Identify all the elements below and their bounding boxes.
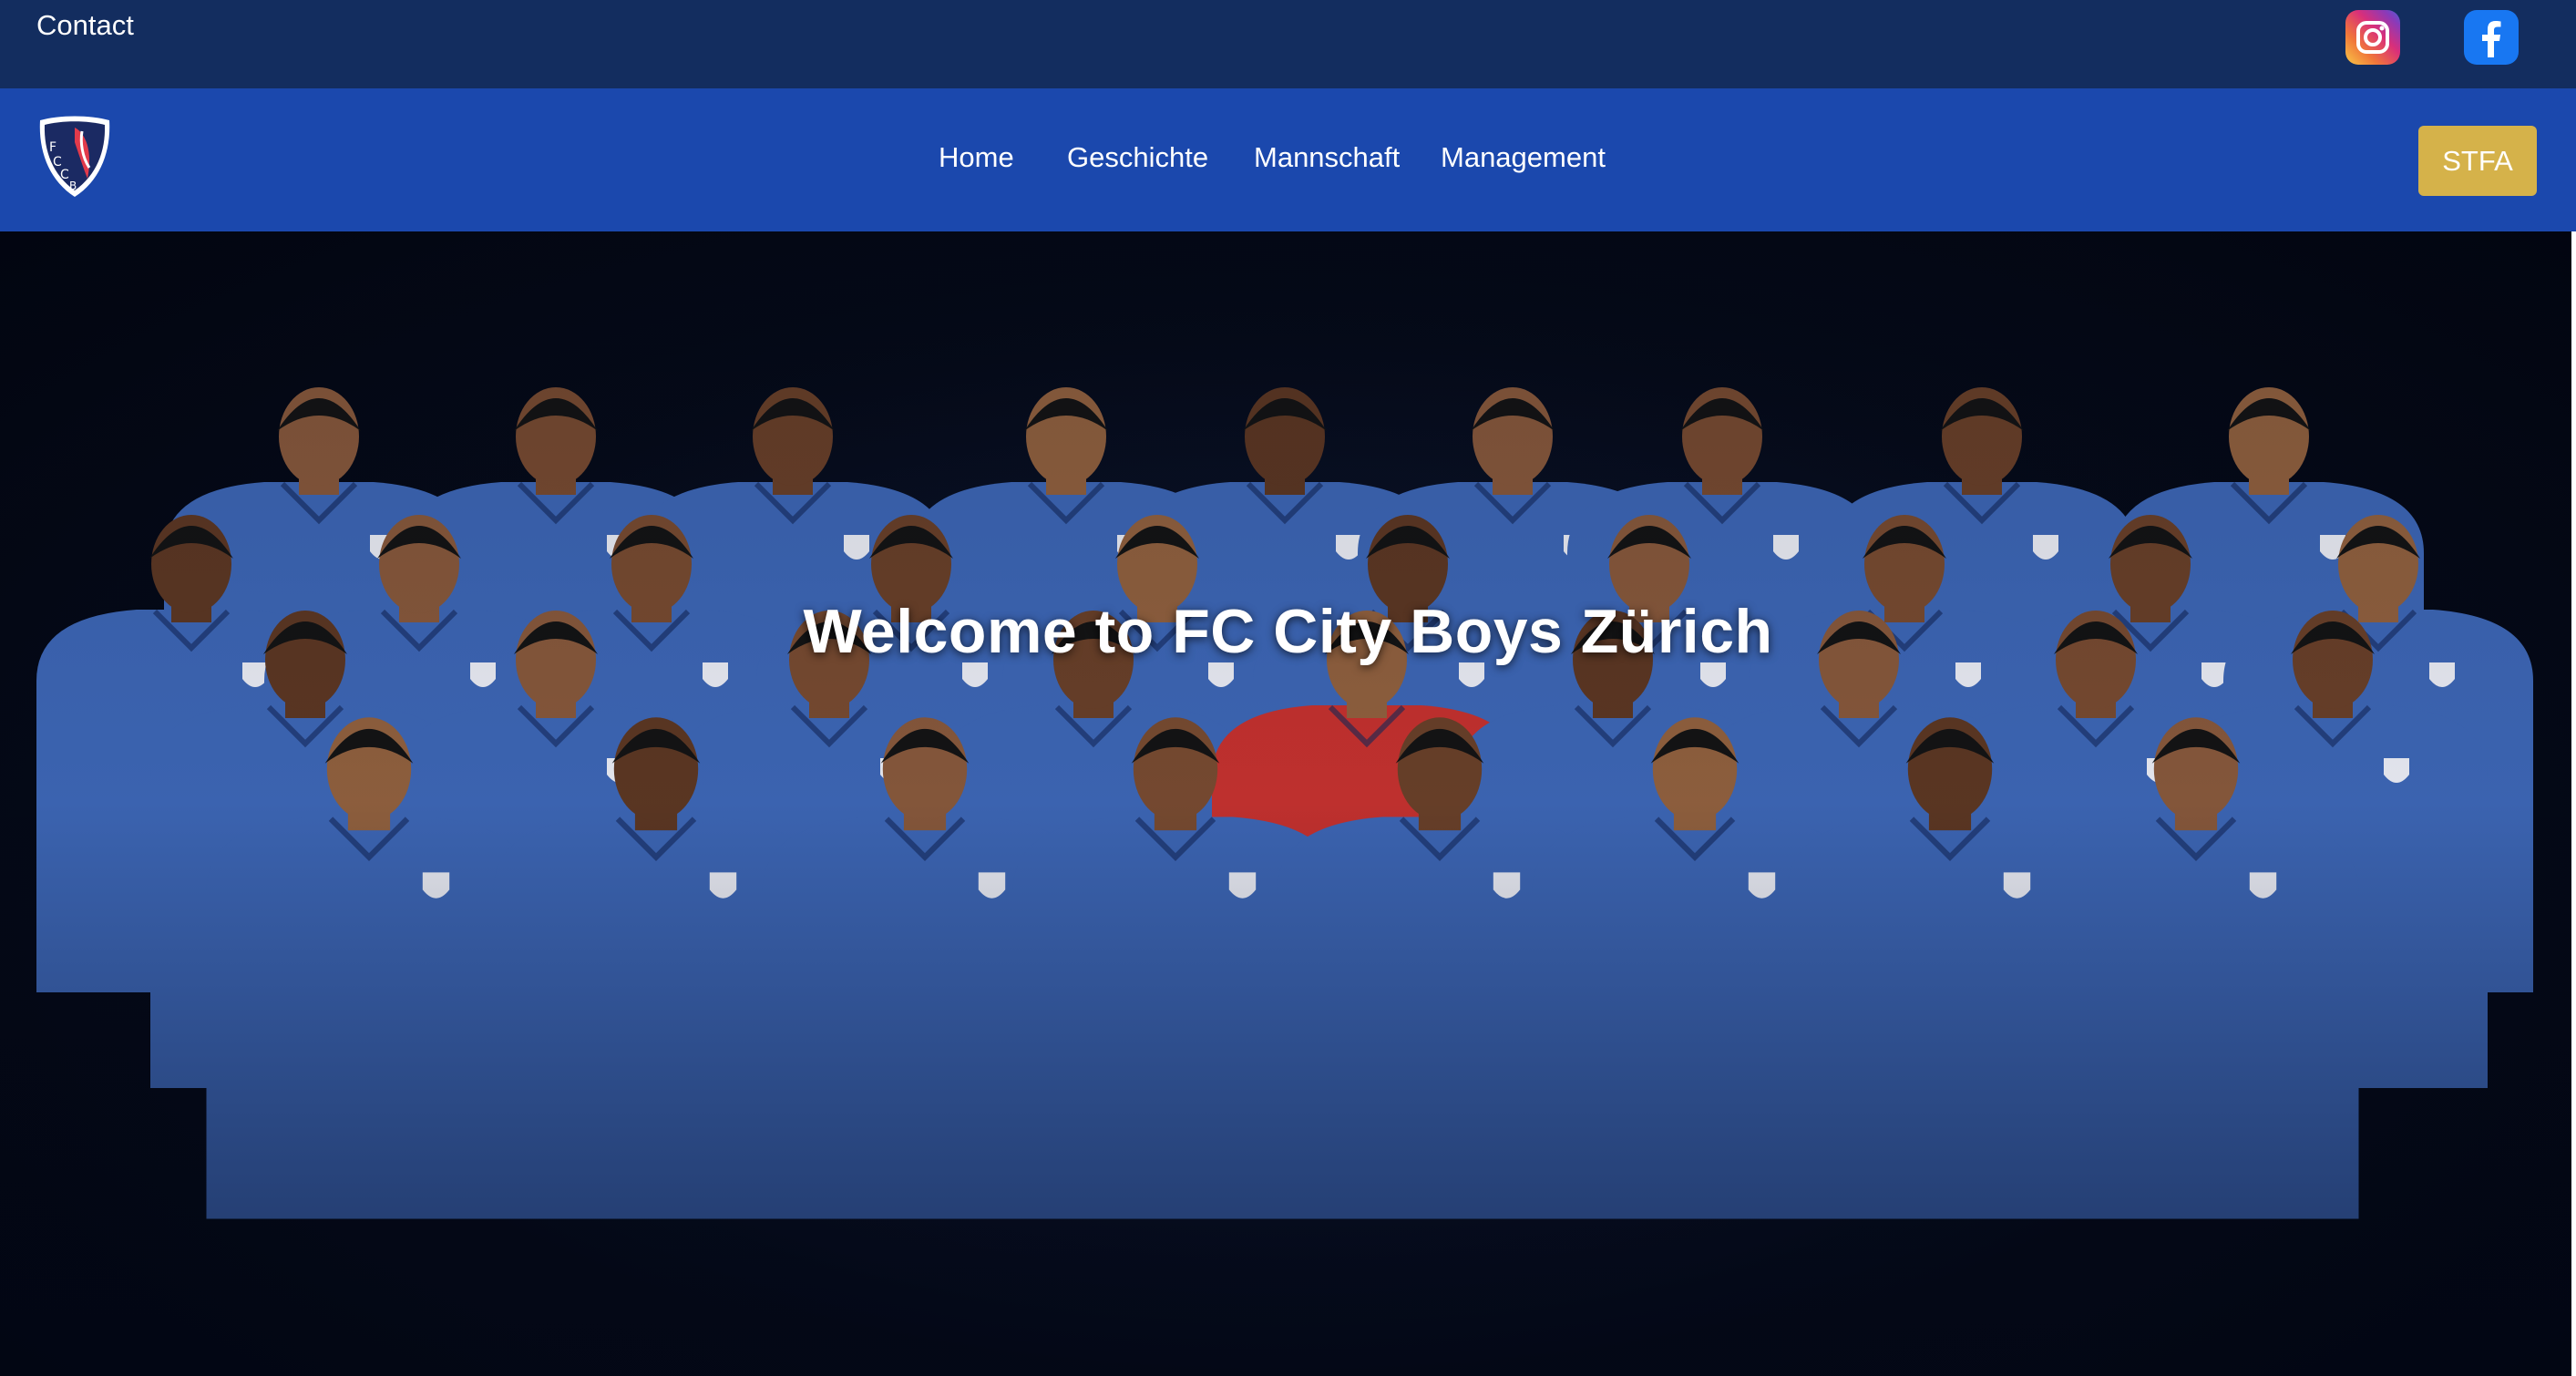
top-bar [0, 0, 2576, 88]
svg-text:C: C [60, 168, 69, 182]
page-edge [2571, 231, 2576, 1376]
svg-text:F: F [49, 140, 56, 155]
contact-link[interactable]: Contact [36, 9, 134, 42]
club-logo[interactable]: F C C B [35, 115, 115, 199]
nav-management[interactable]: Management [1441, 141, 1606, 174]
facebook-icon[interactable] [2464, 10, 2519, 65]
team-photo [36, 387, 2533, 1219]
svg-text:B: B [69, 180, 77, 192]
nav-mannschaft[interactable]: Mannschaft [1254, 141, 1400, 174]
hero-title: Welcome to FC City Boys Zürich [803, 596, 1773, 666]
nav-home[interactable]: Home [939, 141, 1014, 174]
hero-section [0, 231, 2576, 1376]
nav-geschichte[interactable]: Geschichte [1067, 141, 1208, 174]
stfa-button[interactable]: STFA [2418, 126, 2537, 196]
instagram-icon[interactable] [2345, 10, 2400, 65]
